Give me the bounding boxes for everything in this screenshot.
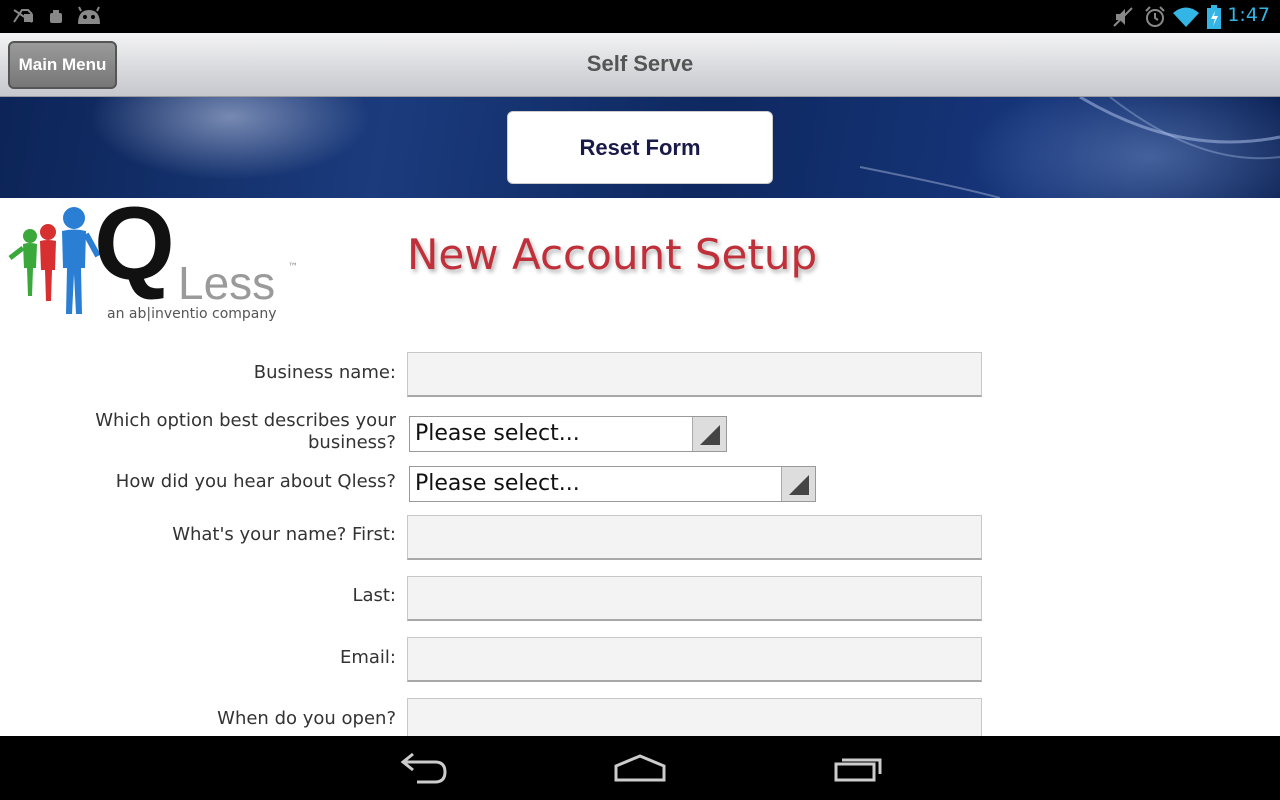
wifi-icon	[1172, 6, 1200, 32]
people-figures-icon	[8, 207, 101, 314]
email-field[interactable]	[407, 637, 982, 682]
recent-apps-icon[interactable]	[828, 750, 888, 786]
reset-form-button[interactable]: Reset Form	[507, 111, 773, 184]
android-debug-icon	[48, 9, 64, 28]
first-name-label: What's your name? First:	[172, 524, 396, 545]
back-icon[interactable]	[395, 750, 455, 786]
open-time-field[interactable]	[407, 698, 982, 736]
logo-tagline: an ab|inventio company	[107, 306, 277, 322]
hear-about-select-value: Please select...	[415, 471, 580, 496]
dropdown-arrow-icon	[781, 467, 815, 501]
alarm-icon	[1144, 6, 1166, 32]
last-name-label: Last:	[352, 585, 396, 606]
form-content: Q Less ™ an ab|inventio company New Acco…	[0, 198, 1280, 736]
status-bar: 1:47	[0, 0, 1280, 33]
clock: 1:47	[1227, 4, 1270, 26]
logo-q-letter: Q	[94, 198, 175, 302]
navigation-bar	[0, 736, 1280, 800]
business-name-field[interactable]	[407, 352, 982, 397]
email-label: Email:	[339, 647, 396, 668]
dropdown-arrow-icon	[692, 417, 726, 451]
business-type-label-line1: Which option best describes your	[95, 410, 396, 431]
logo-less-text: Less	[178, 257, 276, 309]
business-type-select-value: Please select...	[415, 421, 580, 446]
open-time-label: When do you open?	[217, 708, 396, 729]
hear-about-label: How did you hear about Qless?	[115, 471, 396, 492]
last-name-field[interactable]	[407, 576, 982, 621]
mute-icon	[1112, 6, 1134, 32]
android-icon	[76, 6, 102, 30]
business-type-label-line2: business?	[307, 432, 396, 453]
notification-off-icon	[12, 6, 36, 30]
banner: Reset Form	[0, 97, 1280, 198]
first-name-field[interactable]	[407, 515, 982, 560]
qless-logo: Q Less ™ an ab|inventio company	[6, 198, 306, 331]
business-type-select[interactable]: Please select...	[409, 416, 727, 452]
hear-about-select[interactable]: Please select...	[409, 466, 816, 502]
header-bar: Main Menu Self Serve	[0, 33, 1280, 97]
page-header-title: Self Serve	[586, 51, 694, 76]
battery-icon	[1207, 5, 1221, 33]
business-type-label: Which option best describes your busines…	[95, 410, 396, 454]
logo-trademark: ™	[288, 262, 298, 273]
home-icon[interactable]	[610, 750, 670, 786]
page-title: New Account Setup	[407, 230, 818, 279]
business-name-label: Business name:	[253, 362, 396, 383]
